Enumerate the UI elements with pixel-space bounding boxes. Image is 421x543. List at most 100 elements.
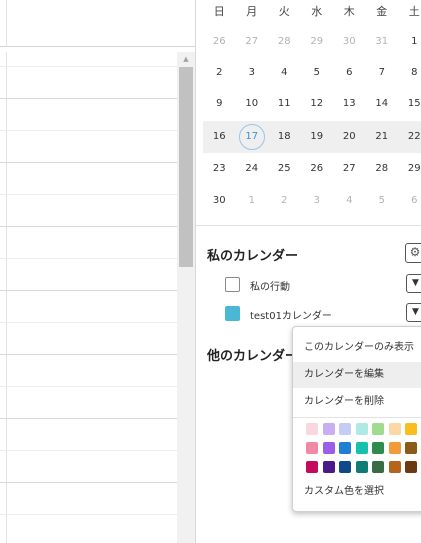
calendar-item-label: 私の行動 bbox=[250, 282, 290, 293]
menu-item-show-only[interactable]: このカレンダーのみ表示 bbox=[293, 335, 421, 361]
calendar-context-menu: このカレンダーのみ表示 カレンダーを編集 カレンダーを削除 カスタム色を選択 bbox=[292, 326, 421, 512]
color-swatch[interactable] bbox=[405, 461, 417, 473]
color-swatch[interactable] bbox=[322, 461, 335, 473]
calendar-item-label: test01カレンダー bbox=[250, 311, 332, 322]
calendar-day[interactable]: 30 bbox=[203, 186, 236, 216]
calendar-day[interactable]: 7 bbox=[366, 58, 399, 88]
today-marker: 17 bbox=[238, 124, 265, 150]
panel-divider bbox=[195, 0, 196, 543]
weekday-label: 火 bbox=[278, 5, 290, 18]
calendar-day[interactable]: 23 bbox=[203, 154, 236, 184]
calendar-week-row: 16 17 18 19 20 21 22 bbox=[203, 122, 421, 152]
scrollbar-thumb[interactable] bbox=[179, 67, 193, 267]
scroll-up-arrow-icon[interactable]: ▲ bbox=[177, 52, 195, 66]
custom-color-button[interactable]: カスタム色を選択 bbox=[293, 479, 421, 505]
calendar-day[interactable]: 21 bbox=[366, 122, 399, 152]
calendar-day[interactable]: 9 bbox=[203, 89, 236, 119]
calendar-day[interactable]: 27 bbox=[333, 154, 366, 184]
calendar-day[interactable]: 30 bbox=[333, 27, 366, 57]
calendar-day[interactable]: 13 bbox=[333, 89, 366, 119]
calendar-day[interactable]: 3 bbox=[236, 58, 269, 88]
calendar-week-row: 26 27 28 29 30 31 1 bbox=[203, 27, 421, 57]
calendar-day[interactable]: 29 bbox=[301, 27, 334, 57]
calendar-day[interactable]: 10 bbox=[236, 89, 269, 119]
vertical-scrollbar[interactable]: ▲ bbox=[177, 52, 195, 543]
time-grid bbox=[0, 52, 177, 543]
color-swatch[interactable] bbox=[388, 461, 401, 473]
color-swatch[interactable] bbox=[372, 442, 384, 454]
color-swatch[interactable] bbox=[306, 442, 318, 454]
calendar-day[interactable]: 4 bbox=[333, 186, 366, 216]
calendar-item-test01[interactable]: test01カレンダー ▼ bbox=[225, 303, 421, 322]
calendar-day[interactable]: 15 bbox=[398, 89, 421, 119]
calendar-day[interactable]: 6 bbox=[398, 186, 421, 216]
calendar-day[interactable]: 29 bbox=[398, 154, 421, 184]
color-swatch[interactable] bbox=[388, 442, 401, 454]
calendar-day[interactable]: 8 bbox=[398, 58, 421, 88]
calendar-day[interactable]: 28 bbox=[366, 154, 399, 184]
calendar-checkbox[interactable] bbox=[225, 277, 240, 292]
calendar-day[interactable]: 22 bbox=[398, 122, 421, 152]
calendar-day[interactable]: 20 bbox=[333, 122, 366, 152]
calendar-menu-chevron-icon[interactable]: ▼ bbox=[406, 274, 421, 293]
calendar-day[interactable]: 31 bbox=[366, 27, 399, 57]
calendar-day[interactable]: 17 bbox=[236, 122, 269, 152]
menu-item-edit-calendar[interactable]: カレンダーを編集 bbox=[293, 362, 421, 388]
calendar-day[interactable]: 27 bbox=[236, 27, 269, 57]
calendar-day[interactable]: 2 bbox=[268, 186, 301, 216]
calendar-day[interactable]: 26 bbox=[203, 27, 236, 57]
calendar-checkbox[interactable] bbox=[225, 306, 240, 321]
calendar-day[interactable]: 11 bbox=[268, 89, 301, 119]
other-calendars-title: 他のカレンダー bbox=[207, 349, 299, 364]
weekday-label: 水 bbox=[311, 5, 323, 18]
color-swatch[interactable] bbox=[372, 461, 384, 473]
color-swatch[interactable] bbox=[405, 442, 417, 454]
menu-item-delete-calendar[interactable]: カレンダーを削除 bbox=[293, 389, 421, 415]
calendar-day[interactable]: 1 bbox=[236, 186, 269, 216]
color-swatch[interactable] bbox=[339, 442, 351, 454]
calendar-week-row: 23 24 25 26 27 28 29 bbox=[203, 154, 421, 184]
color-swatch[interactable] bbox=[355, 423, 368, 435]
all-day-row bbox=[0, 0, 195, 47]
calendar-day[interactable]: 1 bbox=[398, 27, 421, 57]
color-swatch[interactable] bbox=[339, 423, 351, 435]
calendar-day[interactable]: 26 bbox=[301, 154, 334, 184]
color-swatch[interactable] bbox=[322, 442, 335, 454]
calendar-day[interactable]: 14 bbox=[366, 89, 399, 119]
calendar-day[interactable]: 24 bbox=[236, 154, 269, 184]
weekday-label: 木 bbox=[343, 5, 355, 18]
calendar-day[interactable]: 19 bbox=[301, 122, 334, 152]
calendar-day[interactable]: 18 bbox=[268, 122, 301, 152]
calendar-week-row: 2345678 bbox=[203, 58, 421, 88]
color-swatch[interactable] bbox=[306, 461, 318, 473]
gear-icon[interactable]: ⚙ bbox=[405, 243, 421, 263]
calendar-day[interactable]: 5 bbox=[366, 186, 399, 216]
calendar-day[interactable]: 2 bbox=[203, 58, 236, 88]
weekday-label: 月 bbox=[246, 5, 258, 18]
calendar-week-row: 30 1 2 3 4 5 6 bbox=[203, 186, 421, 216]
color-swatch[interactable] bbox=[339, 461, 351, 473]
calendar-day[interactable]: 4 bbox=[268, 58, 301, 88]
calendar-day[interactable]: 16 bbox=[203, 122, 236, 152]
my-calendars-title: 私のカレンダー bbox=[207, 249, 299, 264]
color-swatch[interactable] bbox=[306, 423, 318, 435]
weekday-label: 土 bbox=[408, 5, 420, 18]
color-swatch[interactable] bbox=[405, 423, 417, 435]
color-swatch[interactable] bbox=[322, 423, 335, 435]
calendar-day[interactable]: 6 bbox=[333, 58, 366, 88]
weekday-label: 金 bbox=[376, 5, 388, 18]
menu-divider bbox=[293, 417, 421, 418]
weekday-header-row: 日月火水木金土 bbox=[203, 0, 421, 24]
color-swatch[interactable] bbox=[388, 423, 401, 435]
calendar-item-my-actions[interactable]: 私の行動 ▼ bbox=[225, 274, 421, 293]
calendar-day[interactable]: 28 bbox=[268, 27, 301, 57]
color-swatch[interactable] bbox=[355, 442, 368, 454]
color-swatch[interactable] bbox=[355, 461, 368, 473]
calendar-day[interactable]: 5 bbox=[301, 58, 334, 88]
color-swatch[interactable] bbox=[372, 423, 384, 435]
calendar-day[interactable]: 25 bbox=[268, 154, 301, 184]
calendar-menu-chevron-icon[interactable]: ▼ bbox=[406, 303, 421, 322]
calendar-day[interactable]: 12 bbox=[301, 89, 334, 119]
calendar-day[interactable]: 3 bbox=[301, 186, 334, 216]
weekday-label: 日 bbox=[213, 5, 225, 18]
